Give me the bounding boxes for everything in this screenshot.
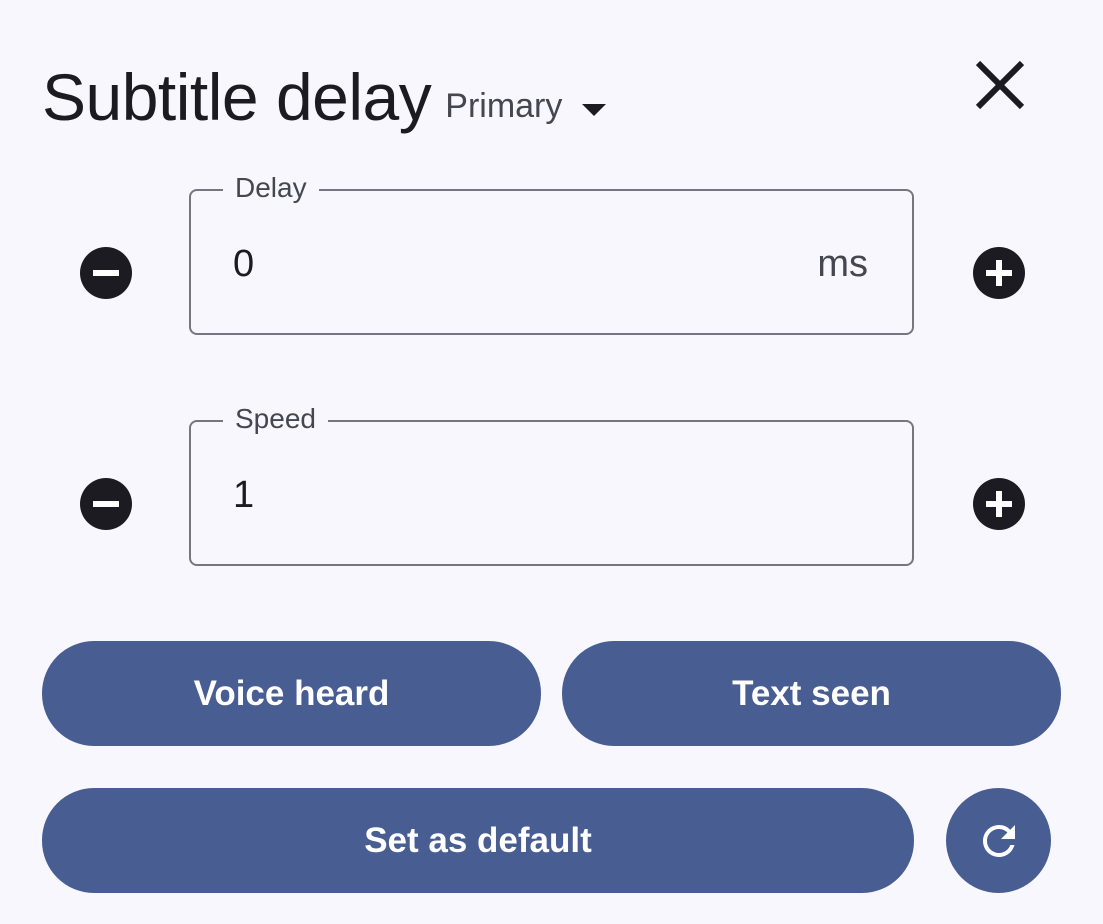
reset-button[interactable] bbox=[946, 788, 1051, 893]
set-as-default-label: Set as default bbox=[364, 820, 592, 860]
dialog-header: Subtitle delay Primary bbox=[42, 58, 607, 136]
track-select-dropdown[interactable]: Primary bbox=[445, 87, 607, 126]
plus-circle-icon bbox=[973, 478, 1025, 530]
delay-increment-button[interactable] bbox=[972, 246, 1026, 300]
minus-circle-icon bbox=[80, 247, 132, 299]
plus-circle-icon bbox=[973, 247, 1025, 299]
speed-field-label: Speed bbox=[223, 401, 328, 437]
close-icon bbox=[975, 60, 1025, 110]
voice-heard-label: Voice heard bbox=[193, 673, 390, 713]
speed-field[interactable]: Speed 1 bbox=[189, 401, 914, 566]
text-seen-label: Text seen bbox=[732, 673, 891, 713]
close-button[interactable] bbox=[968, 55, 1032, 119]
text-seen-button[interactable]: Text seen bbox=[562, 641, 1061, 746]
speed-input[interactable]: 1 bbox=[233, 472, 254, 518]
set-as-default-button[interactable]: Set as default bbox=[42, 788, 914, 893]
track-select-value: Primary bbox=[445, 87, 563, 125]
voice-heard-button[interactable]: Voice heard bbox=[42, 641, 541, 746]
speed-increment-button[interactable] bbox=[972, 477, 1026, 531]
delay-field[interactable]: Delay 0 ms bbox=[189, 170, 914, 335]
minus-circle-icon bbox=[80, 478, 132, 530]
delay-field-label: Delay bbox=[223, 170, 319, 206]
delay-input[interactable]: 0 bbox=[233, 241, 254, 287]
delay-decrement-button[interactable] bbox=[79, 246, 133, 300]
speed-decrement-button[interactable] bbox=[79, 477, 133, 531]
dialog-title: Subtitle delay bbox=[42, 60, 432, 134]
delay-unit-suffix: ms bbox=[817, 243, 868, 285]
refresh-icon bbox=[982, 824, 1015, 857]
dropdown-arrow-icon bbox=[582, 103, 607, 116]
